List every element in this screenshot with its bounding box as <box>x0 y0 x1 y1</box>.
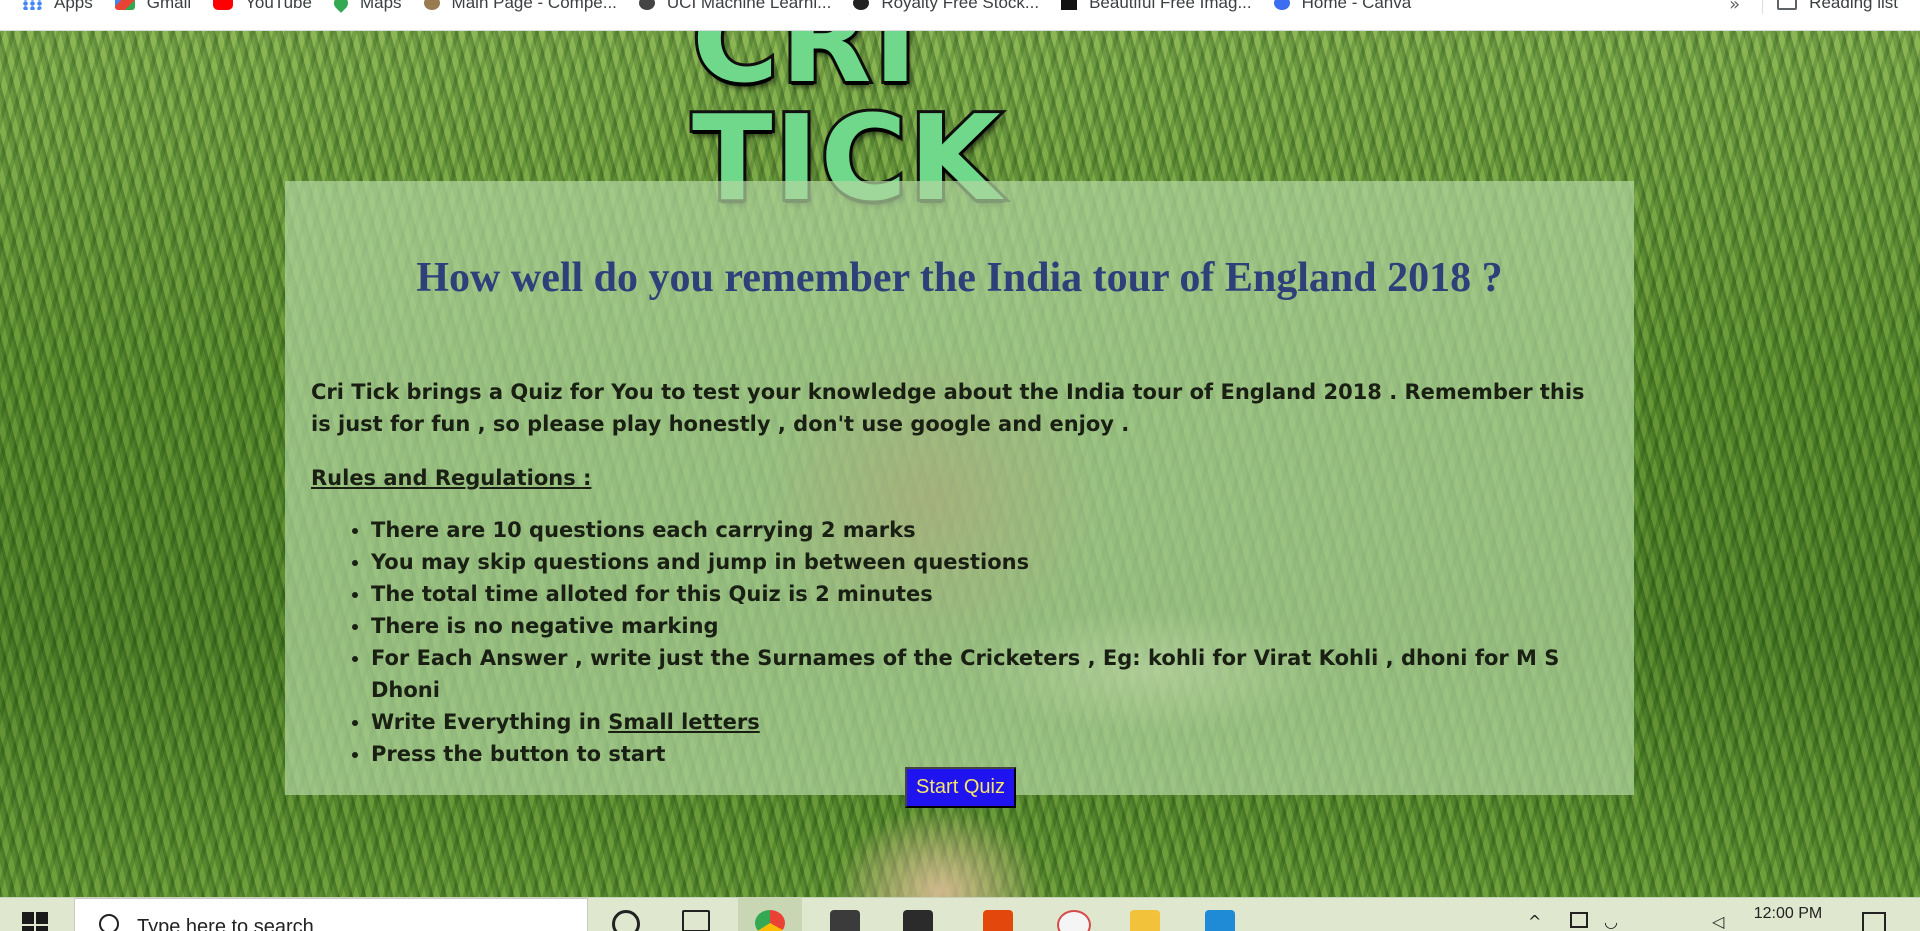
bookmark-label: Royalty Free Stock... <box>881 0 1039 13</box>
chrome-icon[interactable] <box>755 910 785 931</box>
page-background: CRI TICK How well do you remember the In… <box>0 31 1920 897</box>
bookmark-royalty-free[interactable]: Royalty Free Stock... <box>853 0 1039 10</box>
rule-item: For Each Answer , write just the Surname… <box>371 642 1634 706</box>
taskbar-clock[interactable]: 12:00 PM <box>1748 905 1828 923</box>
bookmark-label: Apps <box>54 0 93 13</box>
apps-grid-icon <box>22 0 42 10</box>
bookmark-label: Main Page - Compe... <box>452 0 617 13</box>
bookmark-main-page[interactable]: Main Page - Compe... <box>424 0 617 10</box>
bookmark-label: Gmail <box>147 0 191 13</box>
quiz-intro-text: Cri Tick brings a Quiz for You to test y… <box>311 376 1611 440</box>
youtube-icon <box>213 0 233 10</box>
notification-center-icon[interactable] <box>1862 912 1886 931</box>
small-letters-emphasis: Small letters <box>608 710 760 734</box>
bookmark-label: Beautiful Free Imag... <box>1089 0 1252 13</box>
task-view-icon[interactable] <box>682 910 710 931</box>
cortana-icon[interactable] <box>612 910 640 931</box>
rule-item: There are 10 questions each carrying 2 m… <box>371 514 1634 546</box>
rules-list: There are 10 questions each carrying 2 m… <box>311 514 1634 770</box>
bookmark-youtube[interactable]: YouTube <box>213 0 312 10</box>
rule-item: The total time alloted for this Quiz is … <box>371 578 1634 610</box>
windows-taskbar: Type here to search ^ ◡ ◁ 12:00 PM <box>0 897 1920 931</box>
search-icon <box>99 914 119 931</box>
volume-icon[interactable]: ◁ <box>1712 912 1724 931</box>
windows-start-button[interactable] <box>22 912 48 931</box>
uci-favicon-icon <box>639 0 655 10</box>
taskbar-search-box[interactable]: Type here to search <box>74 898 588 931</box>
bookmark-label: YouTube <box>245 0 312 13</box>
reading-list-icon <box>1777 0 1797 10</box>
file-explorer-icon[interactable] <box>1130 910 1160 931</box>
rule-small-prefix: Write Everything in <box>371 710 608 734</box>
bookmark-canva[interactable]: Home - Canva <box>1274 0 1412 10</box>
stock-favicon-icon <box>853 0 869 10</box>
gmail-icon <box>115 0 135 10</box>
bookmark-uci[interactable]: UCI Machine Learni... <box>639 0 831 10</box>
rule-item: You may skip questions and jump in betwe… <box>371 546 1634 578</box>
snipping-tool-icon[interactable] <box>1057 910 1091 931</box>
store-bag-icon[interactable] <box>903 910 933 931</box>
bookmark-label: UCI Machine Learni... <box>667 0 831 13</box>
office-icon[interactable] <box>983 910 1013 931</box>
bookmark-apps[interactable]: Apps <box>22 0 93 10</box>
bookmark-gmail[interactable]: Gmail <box>115 0 191 10</box>
battery-icon[interactable] <box>1570 912 1588 928</box>
chevron-up-icon[interactable]: ^ <box>1528 912 1541 931</box>
rules-heading: Rules and Regulations : <box>311 466 591 490</box>
sublime-text-icon[interactable] <box>830 910 860 931</box>
quiz-intro-panel: How well do you remember the India tour … <box>285 181 1634 795</box>
page-favicon-icon <box>424 0 440 10</box>
cri-tick-logo: CRI TICK <box>692 39 1226 159</box>
bookmarks-bar: Apps Gmail YouTube Maps Main Page - Comp… <box>0 0 1920 31</box>
network-icon[interactable]: ◡ <box>1604 912 1618 931</box>
divider <box>1762 0 1763 14</box>
bookmark-maps[interactable]: Maps <box>334 0 402 10</box>
start-quiz-button[interactable]: Start Quiz <box>905 767 1016 808</box>
canva-favicon-icon <box>1274 0 1290 10</box>
rule-item: Press the button to start <box>371 738 1634 770</box>
vscode-icon[interactable] <box>1205 910 1235 931</box>
quiz-title: How well do you remember the India tour … <box>285 254 1634 302</box>
rule-item: There is no negative marking <box>371 610 1634 642</box>
rule-item: Write Everything in Small letters <box>371 706 1634 738</box>
search-placeholder: Type here to search <box>137 916 314 931</box>
bookmark-label: Home - Canva <box>1302 0 1412 13</box>
bookmark-beautiful-free[interactable]: Beautiful Free Imag... <box>1061 0 1252 10</box>
maps-icon <box>331 0 351 13</box>
reading-list-label: Reading list <box>1809 0 1898 13</box>
reading-list-button[interactable]: Reading list <box>1777 0 1898 10</box>
unsplash-favicon-icon <box>1061 0 1077 10</box>
bookmark-label: Maps <box>360 0 402 13</box>
bookmarks-overflow-button[interactable]: » <box>1729 0 1740 15</box>
